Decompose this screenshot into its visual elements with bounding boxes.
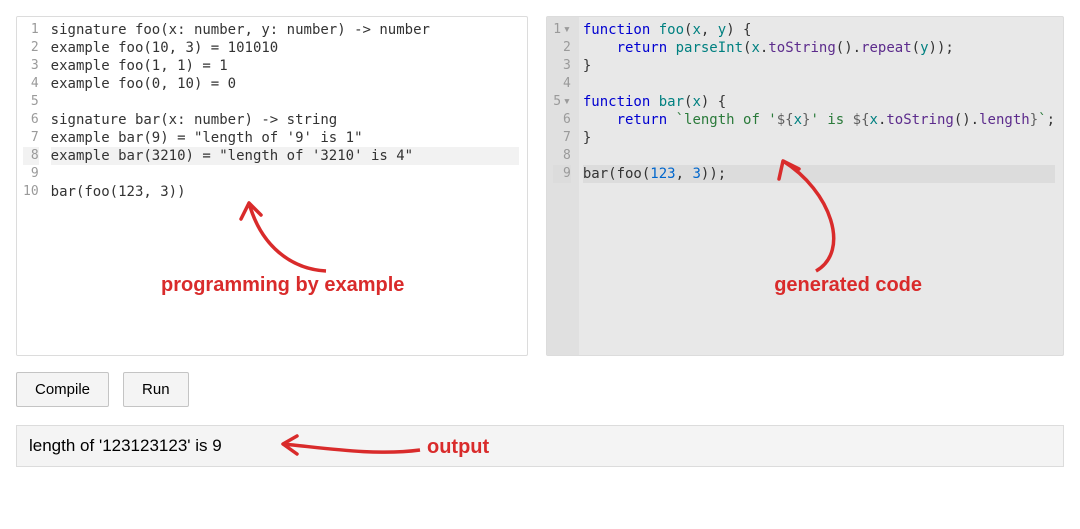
left-gutter: 12345678910 [17, 17, 47, 355]
line-number: 1▾ [553, 21, 571, 39]
line-number: 2 [553, 39, 571, 57]
code-line[interactable]: example foo(0, 10) = 0 [51, 75, 520, 93]
line-number: 9 [23, 165, 39, 183]
output-text: length of '123123123' is 9 [29, 436, 222, 455]
run-button[interactable]: Run [123, 372, 189, 407]
code-line[interactable]: example foo(10, 3) = 101010 [51, 39, 520, 57]
code-line[interactable]: function bar(x) { [583, 93, 1055, 111]
line-number: 5▾ [553, 93, 571, 111]
line-number: 8 [553, 147, 571, 165]
code-line[interactable] [51, 165, 520, 183]
code-line[interactable]: } [583, 129, 1055, 147]
arrow-icon [275, 432, 425, 462]
line-number: 10 [23, 183, 39, 201]
line-number: 8 [23, 147, 39, 165]
code-line[interactable] [583, 75, 1055, 93]
code-line[interactable]: } [583, 57, 1055, 75]
button-row: Compile Run [16, 372, 1064, 407]
left-code[interactable]: signature foo(x: number, y: number) -> n… [47, 17, 528, 355]
code-line[interactable]: signature bar(x: number) -> string [51, 111, 520, 129]
line-number: 4 [23, 75, 39, 93]
right-editor[interactable]: 1▾2345▾6789 function foo(x, y) { return … [546, 16, 1064, 356]
code-line[interactable]: signature foo(x: number, y: number) -> n… [51, 21, 520, 39]
line-number: 1 [23, 21, 39, 39]
line-number: 7 [23, 129, 39, 147]
line-number: 9 [553, 165, 571, 183]
code-line[interactable]: return `length of '${x}' is ${x.toString… [583, 111, 1055, 129]
code-line[interactable] [51, 93, 520, 111]
line-number: 3 [23, 57, 39, 75]
code-line[interactable]: bar(foo(123, 3)) [51, 183, 520, 201]
left-editor[interactable]: 12345678910 signature foo(x: number, y: … [16, 16, 528, 356]
code-line[interactable]: example bar(9) = "length of '9' is 1" [51, 129, 520, 147]
code-line[interactable]: function foo(x, y) { [583, 21, 1055, 39]
code-line[interactable]: bar(foo(123, 3)); [583, 165, 1055, 183]
code-line[interactable]: return parseInt(x.toString().repeat(y)); [583, 39, 1055, 57]
output-panel: length of '123123123' is 9 output [16, 425, 1064, 467]
line-number: 7 [553, 129, 571, 147]
code-line[interactable]: example foo(1, 1) = 1 [51, 57, 520, 75]
line-number: 3 [553, 57, 571, 75]
line-number: 2 [23, 39, 39, 57]
line-number: 5 [23, 93, 39, 111]
line-number: 6 [23, 111, 39, 129]
compile-button[interactable]: Compile [16, 372, 109, 407]
right-gutter: 1▾2345▾6789 [547, 17, 579, 355]
output-annotation-label: output [427, 436, 489, 459]
line-number: 4 [553, 75, 571, 93]
right-code[interactable]: function foo(x, y) { return parseInt(x.t… [579, 17, 1063, 355]
code-line[interactable] [583, 147, 1055, 165]
code-line[interactable]: example bar(3210) = "length of '3210' is… [51, 147, 520, 165]
line-number: 6 [553, 111, 571, 129]
editor-row: 12345678910 signature foo(x: number, y: … [16, 16, 1064, 356]
